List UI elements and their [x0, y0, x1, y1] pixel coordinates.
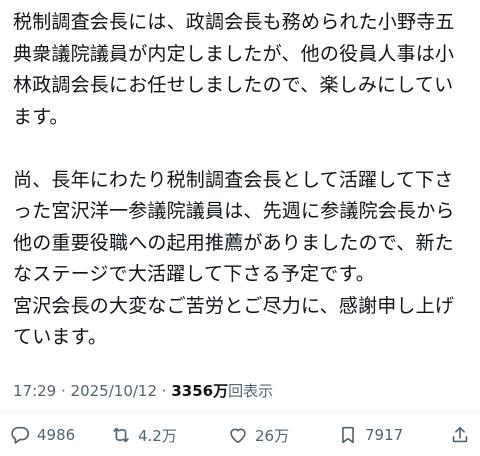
post-text-line: 典衆議院議員が内定しましたが、他の役員人事は小 [13, 42, 455, 65]
divider [0, 411, 480, 412]
views-label: 回表示 [228, 382, 274, 400]
post-meta: 17:29 · 2025/10/12 · 3356万回表示 [13, 381, 273, 401]
post-text: 税制調査会長には、政調会長も務められた小野寺五 典衆議院議員が内定しましたが、他… [13, 10, 473, 357]
repost-icon [110, 424, 132, 446]
post-text-line: ます。 [13, 105, 69, 128]
bookmark-button[interactable]: 7917 [337, 421, 403, 449]
like-icon [227, 424, 249, 446]
post-text-line: 宮沢会長の大変なご苦労とご尽力に、感謝申し上げ [13, 294, 455, 317]
meta-separator: · [56, 382, 71, 400]
post-text-line: 尚、長年にわたり税制調査会長として活躍して下さ [13, 168, 454, 191]
repost-count: 4.2万 [138, 426, 177, 445]
bookmark-icon [337, 424, 359, 446]
like-count: 26万 [255, 426, 290, 445]
post-text-line: った宮沢洋一参議院議員は、先週に参議院会長から [13, 200, 455, 222]
reply-button[interactable]: 4986 [9, 421, 75, 449]
repost-button[interactable]: 4.2万 [110, 421, 177, 449]
post: 税制調査会長には、政調会長も務められた小野寺五 典衆議院議員が内定しましたが、他… [0, 0, 480, 456]
like-button[interactable]: 26万 [227, 421, 289, 449]
reply-count: 4986 [37, 426, 76, 444]
post-date[interactable]: 2025/10/12 [71, 382, 157, 400]
post-text-line: 税制調査会長には、政調会長も務められた小野寺五 [13, 11, 455, 33]
views-count[interactable]: 3356万 [171, 382, 228, 400]
post-text-line: 他の重要役職への起用推薦がありましたので、新た [13, 231, 454, 254]
share-button[interactable] [449, 421, 471, 449]
post-text-line: なステージで大活躍して下さる予定です。 [13, 263, 375, 285]
post-text-line: ています。 [13, 326, 108, 348]
action-bar: 4986 4.2万 26万 7917 [0, 421, 480, 449]
share-icon [449, 424, 471, 446]
post-time[interactable]: 17:29 [13, 382, 56, 400]
post-text-line: 林政調会長にお任せしましたので、楽しみにしてい [13, 74, 454, 96]
meta-separator: · [157, 382, 172, 400]
reply-icon [9, 424, 31, 446]
bookmark-count: 7917 [365, 426, 404, 444]
